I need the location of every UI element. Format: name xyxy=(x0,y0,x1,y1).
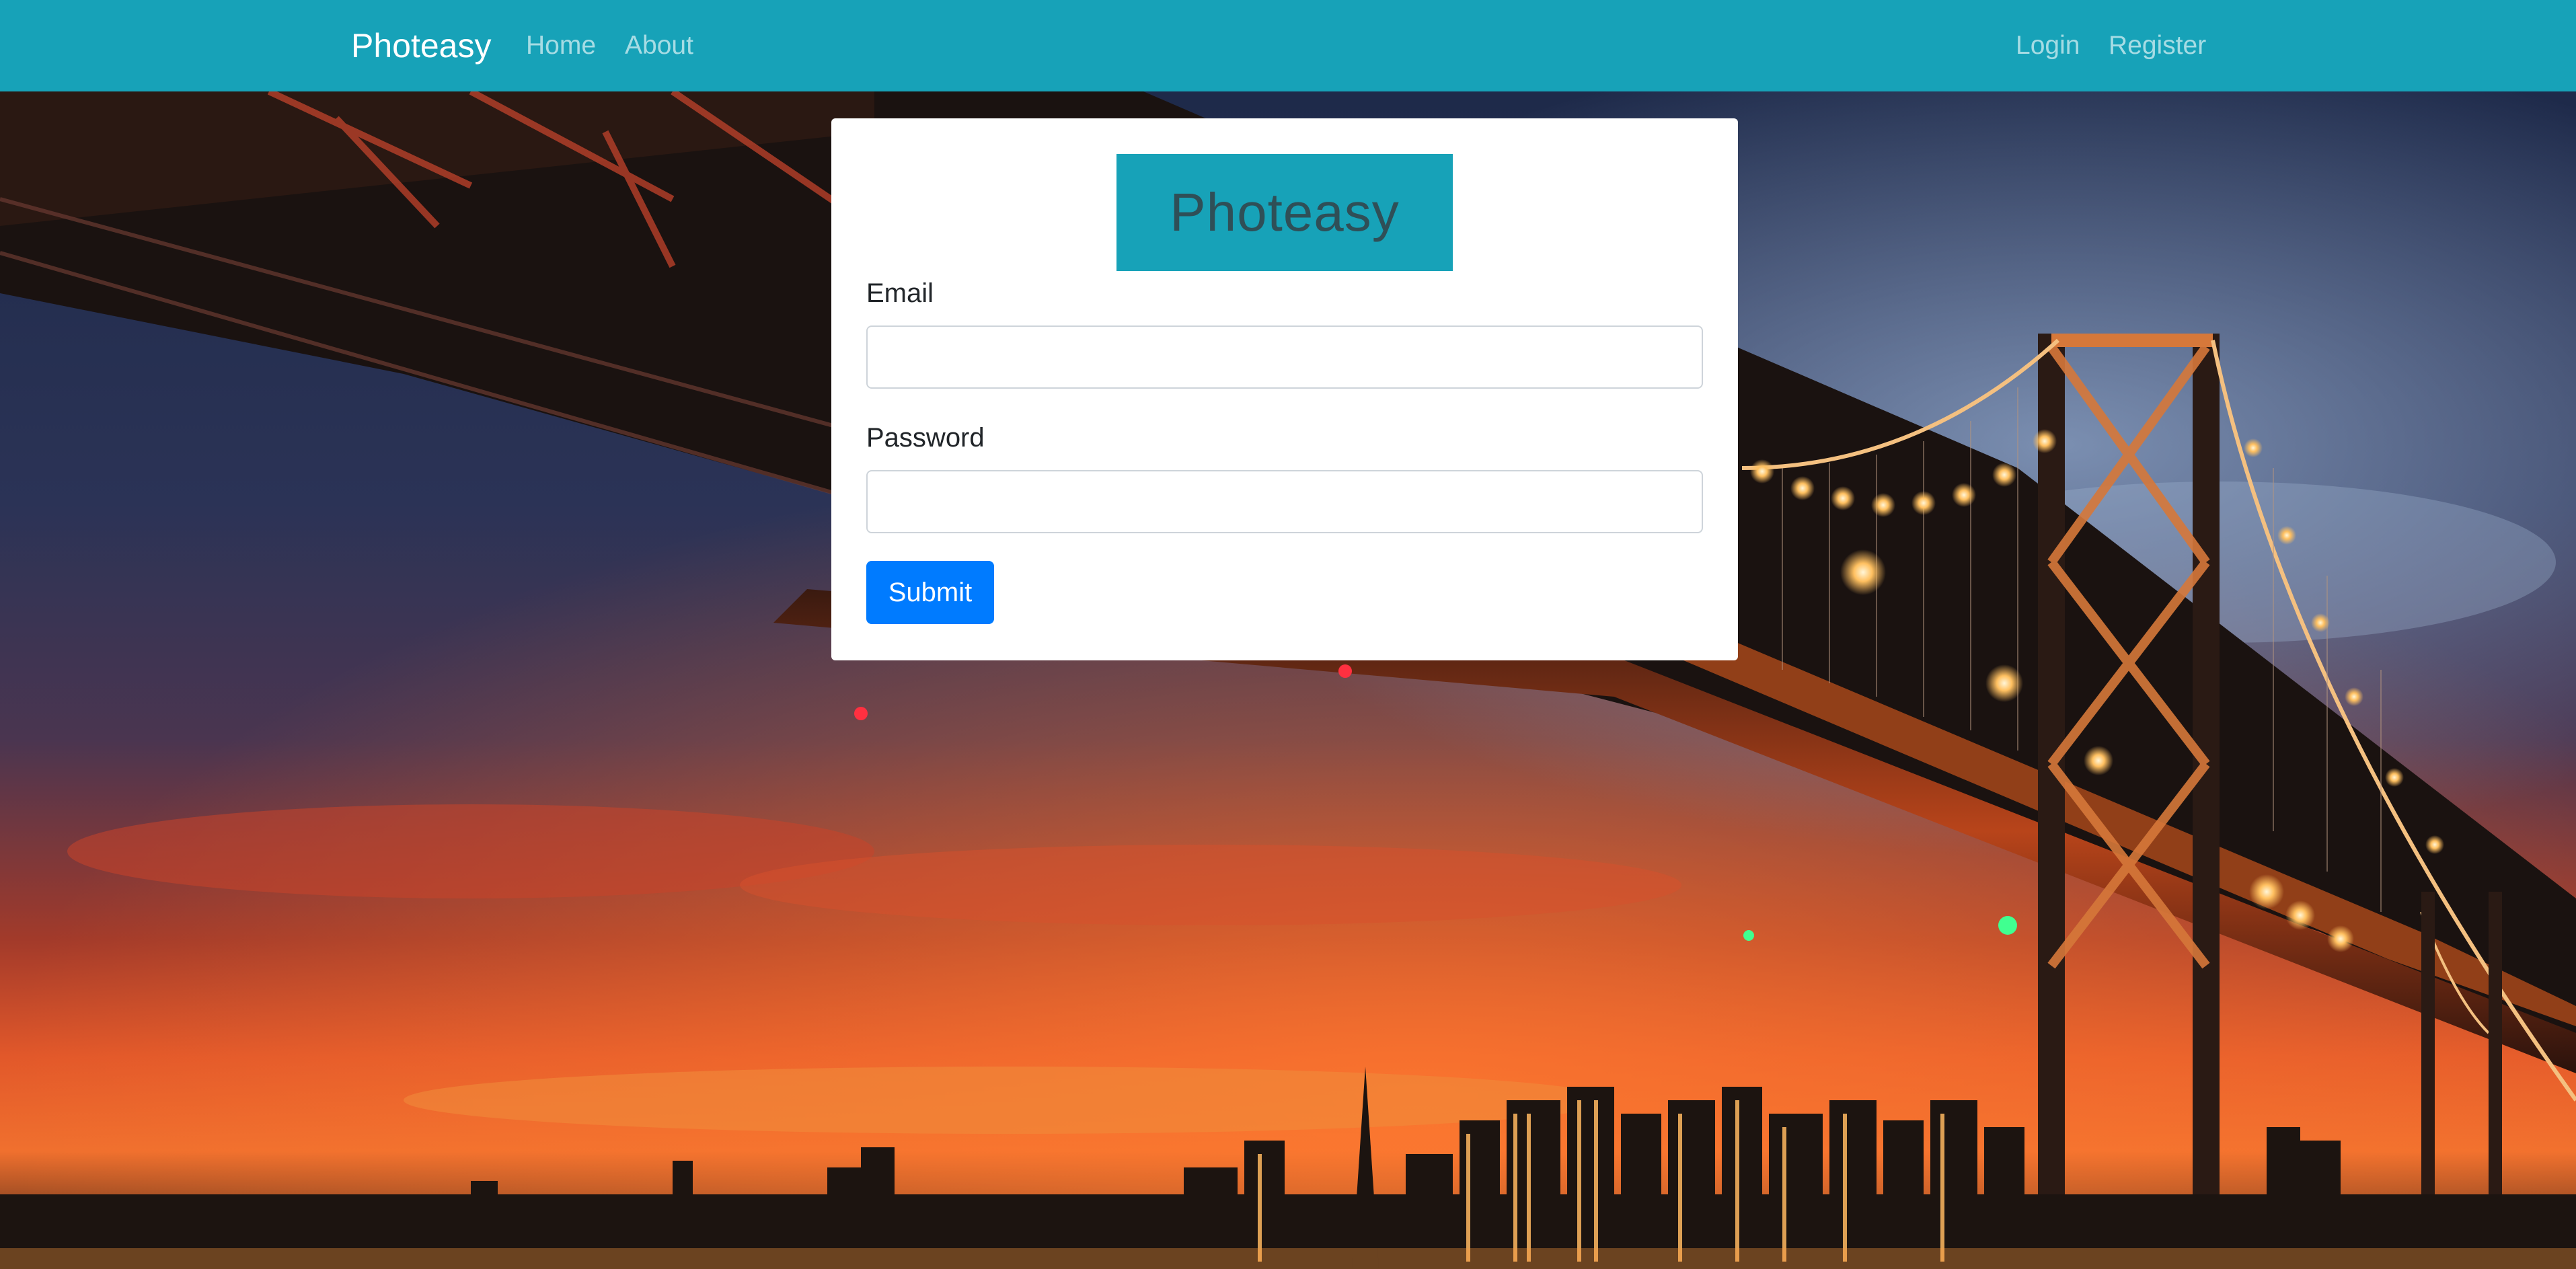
logo-text: Photeasy xyxy=(1170,182,1400,242)
email-label: Email xyxy=(866,278,934,308)
submit-button[interactable]: Submit xyxy=(866,561,994,624)
nav-link-home[interactable]: Home xyxy=(526,30,596,62)
nav-link-register[interactable]: Register xyxy=(2109,30,2206,62)
photeasy-logo: Photeasy xyxy=(1116,154,1453,271)
navbar-brand[interactable]: Photeasy xyxy=(351,26,491,66)
nav-link-about[interactable]: About xyxy=(625,30,693,62)
nav-link-login[interactable]: Login xyxy=(2016,30,2080,62)
password-label: Password xyxy=(866,423,985,453)
password-field[interactable] xyxy=(866,470,1703,533)
login-card: Photeasy Email Password Submit xyxy=(831,118,1738,660)
top-navbar: Photeasy Home About Login Register xyxy=(0,0,2576,91)
email-field[interactable] xyxy=(866,325,1703,389)
